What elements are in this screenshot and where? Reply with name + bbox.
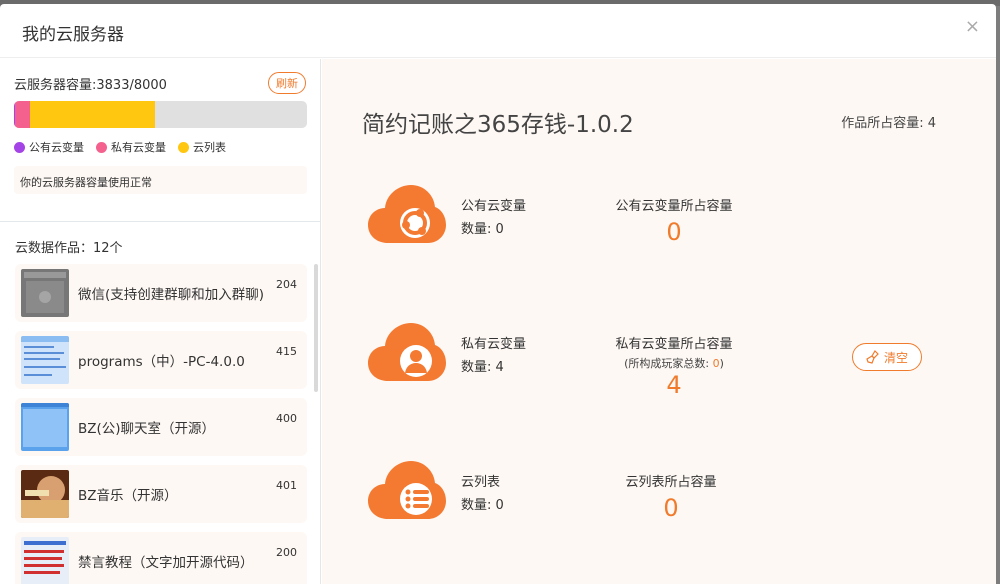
legend-public: 公有云变量 (14, 139, 84, 155)
work-list: 微信(支持创建群聊和加入群聊) 204 programs（中）-PC-4.0.0… (15, 264, 307, 584)
private-capacity-label: 私有云变量所占容量 (615, 337, 733, 352)
cloud-share-icon (368, 185, 446, 243)
capacity-status: 你的云服务器容量使用正常 (14, 166, 307, 194)
public-capacity-value: 0 (666, 218, 682, 246)
work-thumbnail (21, 403, 69, 451)
capacity-label: 云服务器容量:3833/8000 (14, 77, 167, 93)
legend-list: 云列表 (178, 139, 226, 155)
work-size: 204 (276, 278, 297, 291)
work-size: 415 (276, 345, 297, 358)
cloud-list-icon (368, 461, 446, 519)
work-size: 400 (276, 412, 297, 425)
work-item[interactable]: BZ(公)聊天室（开源） 400 (15, 398, 307, 456)
legend-private: 私有云变量 (96, 139, 166, 155)
work-thumbnail (21, 537, 69, 584)
work-item[interactable]: BZ音乐（开源） 401 (15, 465, 307, 523)
clear-button[interactable]: 清空 (852, 343, 922, 371)
refresh-button[interactable]: 刷新 (268, 72, 306, 94)
work-name: 微信(支持创建群聊和加入群聊) (78, 287, 265, 303)
work-size: 401 (276, 479, 297, 492)
detail-panel: 简约记账之365存钱-1.0.2 作品所占容量: 4 公有云变量 数量: 0 公… (322, 59, 996, 584)
work-list-scrollbar[interactable] (314, 264, 318, 392)
legend-list-label: 云列表 (193, 141, 226, 154)
list-row: 云列表 数量: 0 云列表所占容量 0 (368, 461, 968, 551)
work-name: programs（中）-PC-4.0.0 (78, 354, 245, 370)
player-total-prefix: (所构成玩家总数: (624, 357, 713, 370)
list-dot (178, 141, 189, 153)
work-item[interactable]: programs（中）-PC-4.0.0 415 (15, 331, 307, 389)
list-capacity-block: 云列表所占容量 0 (586, 471, 756, 522)
public-capacity-label: 公有云变量所占容量 (615, 199, 733, 214)
work-name: BZ(公)聊天室（开源） (78, 421, 216, 437)
work-thumbnail (21, 470, 69, 518)
work-name: BZ音乐（开源） (78, 488, 178, 504)
list-name: 云列表 (461, 475, 501, 490)
public-variable-count: 数量: 0 (461, 222, 504, 237)
private-capacity-block: 私有云变量所占容量 (所构成玩家总数: 0) 4 (589, 333, 759, 399)
work-thumbnail (21, 269, 69, 317)
work-item[interactable]: 禁言教程（文字加开源代码） 200 (15, 532, 307, 584)
private-dot (96, 141, 107, 153)
list-capacity-label: 云列表所占容量 (625, 475, 717, 490)
cloud-user-icon (368, 323, 446, 381)
capacity-bar (14, 101, 307, 128)
list-count: 数量: 0 (461, 498, 504, 513)
broom-icon (866, 350, 879, 364)
work-title: 简约记账之365存钱-1.0.2 (362, 112, 634, 138)
work-item[interactable]: 微信(支持创建群聊和加入群聊) 204 (15, 264, 307, 322)
private-variable-count: 数量: 4 (461, 360, 504, 375)
legend-public-label: 公有云变量 (29, 141, 84, 154)
clear-button-label: 清空 (883, 350, 908, 365)
left-panel: 云服务器容量:3833/8000 刷新 公有云变量 私有云变量 云列表 你的云服… (0, 59, 321, 584)
player-total-suffix: ) (719, 357, 724, 370)
legend-private-label: 私有云变量 (111, 141, 166, 154)
capacity-legend: 公有云变量 私有云变量 云列表 (14, 139, 306, 155)
work-thumbnail (21, 336, 69, 384)
cloud-server-modal: 我的云服务器 × 云服务器容量:3833/8000 刷新 公有云变量 私有云变量… (0, 4, 996, 584)
private-capacity-value: 4 (666, 371, 682, 399)
list-capacity-value: 0 (663, 494, 679, 522)
modal-header: 我的云服务器 × (0, 4, 996, 58)
capacity-bar-segment-1 (15, 101, 31, 128)
public-capacity-block: 公有云变量所占容量 0 (589, 195, 759, 246)
public-dot (14, 141, 25, 153)
work-name: 禁言教程（文字加开源代码） (78, 555, 254, 571)
modal-title: 我的云服务器 (22, 25, 124, 45)
capacity-section: 云服务器容量:3833/8000 刷新 公有云变量 私有云变量 云列表 你的云服… (0, 59, 320, 222)
public-variable-row: 公有云变量 数量: 0 公有云变量所占容量 0 (368, 185, 968, 275)
close-icon[interactable]: × (965, 17, 980, 37)
works-title: 云数据作品：12个 (15, 241, 123, 256)
public-variable-name: 公有云变量 (461, 199, 527, 214)
work-size: 200 (276, 546, 297, 559)
player-total-value: 0 (712, 357, 720, 370)
capacity-bar-segment-2 (30, 101, 155, 128)
private-variable-name: 私有云变量 (461, 337, 527, 352)
private-player-total: (所构成玩家总数: 0) (589, 355, 759, 371)
work-capacity: 作品所占容量: 4 (841, 116, 936, 131)
